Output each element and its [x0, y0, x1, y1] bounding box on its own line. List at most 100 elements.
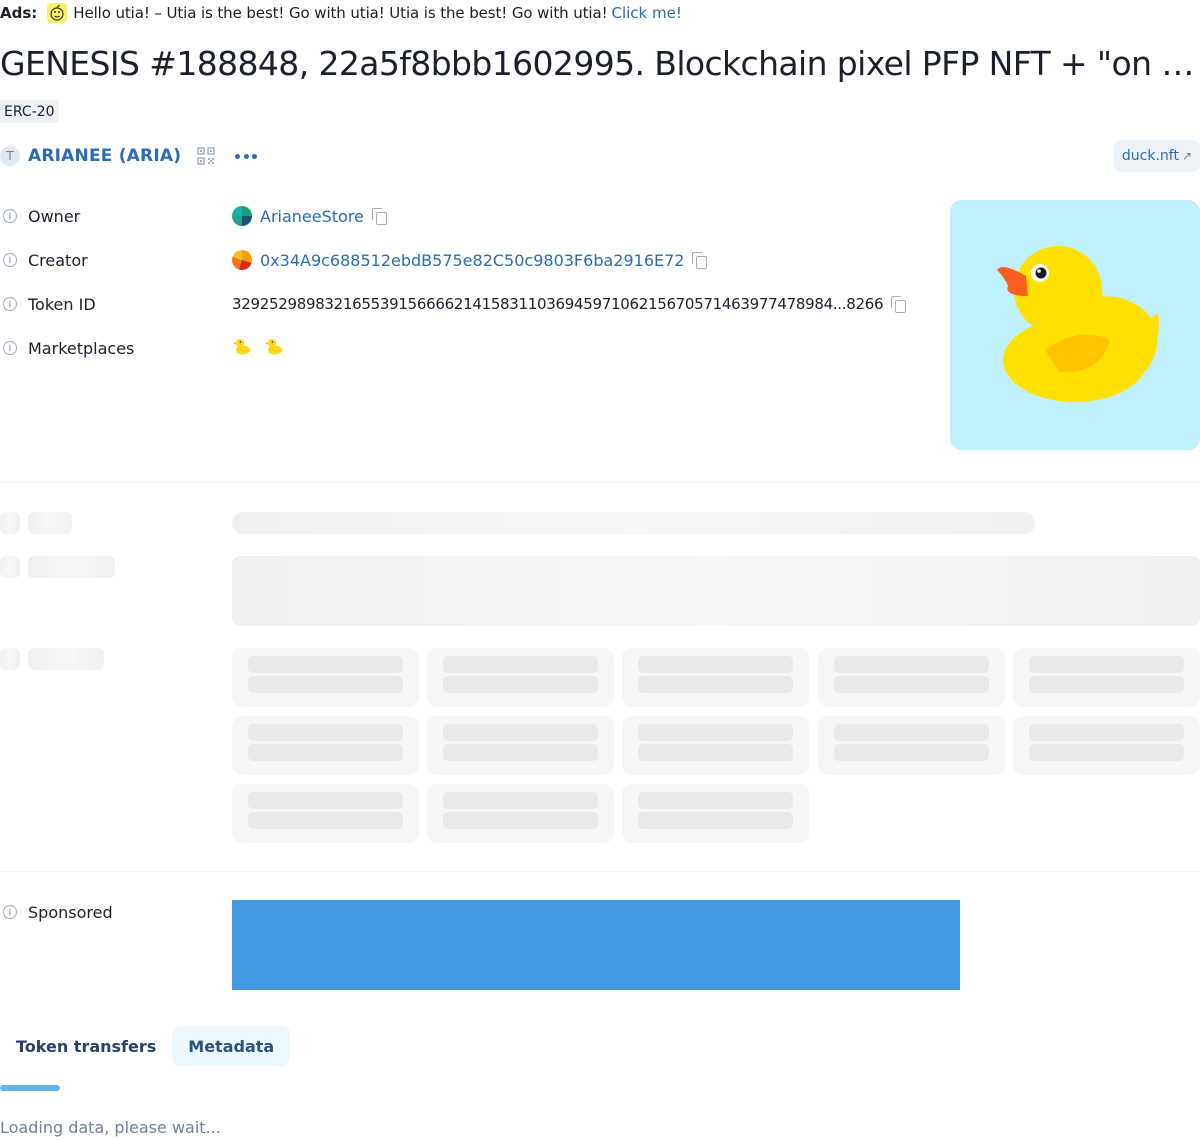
skeleton-card	[622, 648, 809, 707]
marketplaces-value	[232, 337, 284, 359]
token-standard-badge: ERC-20	[0, 100, 59, 123]
skeleton-bar	[638, 724, 793, 741]
skeleton-bar	[443, 676, 598, 693]
skeleton-card	[1013, 716, 1200, 775]
page-title: GENESIS #188848, 22a5f8bbb1602995. Block…	[0, 44, 1200, 83]
ads-bar: Ads: Hello utia! – Utia is the best! Go …	[0, 2, 682, 24]
skeleton-bar	[638, 656, 793, 673]
skeleton-card	[427, 648, 614, 707]
sponsored-label: Sponsored	[28, 902, 113, 922]
token-id-value: 3292529898321655391566662141583110369459…	[232, 293, 907, 315]
external-arrow-icon: ↗	[1181, 149, 1192, 163]
creator-link[interactable]: 0x34A9c688512ebdB575e82C50c9803F6ba2916E…	[260, 251, 684, 270]
divider	[0, 482, 1200, 483]
token-id-label-row: i Token ID	[3, 293, 96, 315]
external-link-button[interactable]: duck.nft ↗	[1113, 140, 1200, 172]
skeleton-card	[232, 784, 419, 843]
skeleton-card	[622, 784, 809, 843]
ads-label: Ads:	[0, 4, 38, 22]
skeleton-card	[427, 784, 614, 843]
skeleton-bar	[638, 792, 793, 809]
skeleton-card	[818, 716, 1005, 775]
ad-link[interactable]: Click me!	[611, 4, 681, 22]
skeleton-bar	[1029, 724, 1184, 741]
skeleton-bar	[443, 656, 598, 673]
copy-icon[interactable]	[692, 252, 708, 269]
marketplace-duck-icon[interactable]	[232, 336, 252, 360]
token-avatar: T	[0, 146, 20, 166]
divider	[0, 871, 1200, 872]
marketplaces-label: Marketplaces	[28, 338, 135, 358]
skeleton-icon	[0, 648, 20, 670]
skeleton-bar	[443, 744, 598, 761]
token-row: T ARIANEE (ARIA)	[0, 143, 258, 169]
sponsored-label-row: i Sponsored	[3, 901, 113, 923]
sponsored-banner[interactable]	[232, 900, 960, 990]
tab-metadata[interactable]: Metadata	[172, 1026, 291, 1066]
skeleton-card	[622, 716, 809, 775]
skeleton-card	[427, 716, 614, 775]
ad-text: Hello utia! – Utia is the best! Go with …	[73, 4, 608, 22]
skeleton-bar	[248, 656, 403, 673]
more-icon[interactable]	[235, 147, 258, 165]
skeleton-bar	[248, 792, 403, 809]
skeleton-bar	[1029, 676, 1184, 693]
skeleton-bar	[834, 744, 989, 761]
duck-icon	[47, 3, 68, 23]
skeleton-bar	[834, 656, 989, 673]
skeleton-bar	[248, 744, 403, 761]
skeleton-block	[232, 556, 1200, 626]
skeleton-label	[28, 648, 104, 670]
skeleton-card	[232, 648, 419, 707]
skeleton-card	[1013, 648, 1200, 707]
skeleton-bar	[638, 812, 793, 829]
copy-icon[interactable]	[371, 208, 387, 225]
skeleton-icon	[0, 512, 20, 534]
skeleton-bar	[248, 812, 403, 829]
owner-label-row: i Owner	[3, 205, 80, 227]
skeleton-label	[28, 556, 115, 578]
info-icon[interactable]: i	[3, 905, 17, 919]
creator-label-row: i Creator	[3, 249, 88, 271]
loading-progress-bar	[0, 1085, 60, 1091]
skeleton-bar	[1029, 744, 1184, 761]
token-id-label: Token ID	[28, 294, 96, 314]
owner-value: ArianeeStore	[232, 205, 387, 227]
owner-label: Owner	[28, 206, 81, 226]
external-link-label: duck.nft	[1121, 148, 1179, 164]
tab-bar: Token transfers Metadata	[0, 1026, 291, 1066]
creator-label: Creator	[28, 250, 88, 270]
skeleton-bar	[248, 676, 403, 693]
skeleton-card	[232, 716, 419, 775]
skeleton-label	[28, 512, 72, 534]
owner-link[interactable]: ArianeeStore	[260, 207, 364, 226]
skeleton-bar	[443, 792, 598, 809]
info-icon[interactable]: i	[3, 209, 17, 223]
token-link[interactable]: ARIANEE (ARIA)	[28, 146, 181, 166]
creator-avatar	[232, 250, 252, 270]
rubber-duck-icon	[997, 246, 1159, 402]
skeleton-bar	[443, 812, 598, 829]
skeleton-value	[232, 512, 1035, 534]
qr-code-icon[interactable]	[197, 147, 215, 165]
owner-avatar	[232, 206, 252, 226]
info-icon[interactable]: i	[3, 341, 17, 355]
creator-value: 0x34A9c688512ebdB575e82C50c9803F6ba2916E…	[232, 249, 708, 271]
token-id-text: 3292529898321655391566662141583110369459…	[232, 295, 884, 313]
marketplace-duck-icon[interactable]	[264, 336, 284, 360]
tab-token-transfers[interactable]: Token transfers	[0, 1026, 172, 1066]
skeleton-icon	[0, 556, 20, 578]
skeleton-card	[818, 648, 1005, 707]
skeleton-bar	[834, 676, 989, 693]
copy-icon[interactable]	[891, 296, 907, 313]
nft-image[interactable]	[950, 200, 1200, 450]
skeleton-bar	[834, 724, 989, 741]
skeleton-bar	[638, 676, 793, 693]
skeleton-bar	[1029, 656, 1184, 673]
skeleton-bar	[638, 744, 793, 761]
skeleton-bar	[443, 724, 598, 741]
marketplaces-label-row: i Marketplaces	[3, 337, 134, 359]
info-icon[interactable]: i	[3, 253, 17, 267]
info-icon[interactable]: i	[3, 297, 17, 311]
loading-text: Loading data, please wait...	[0, 1118, 221, 1137]
